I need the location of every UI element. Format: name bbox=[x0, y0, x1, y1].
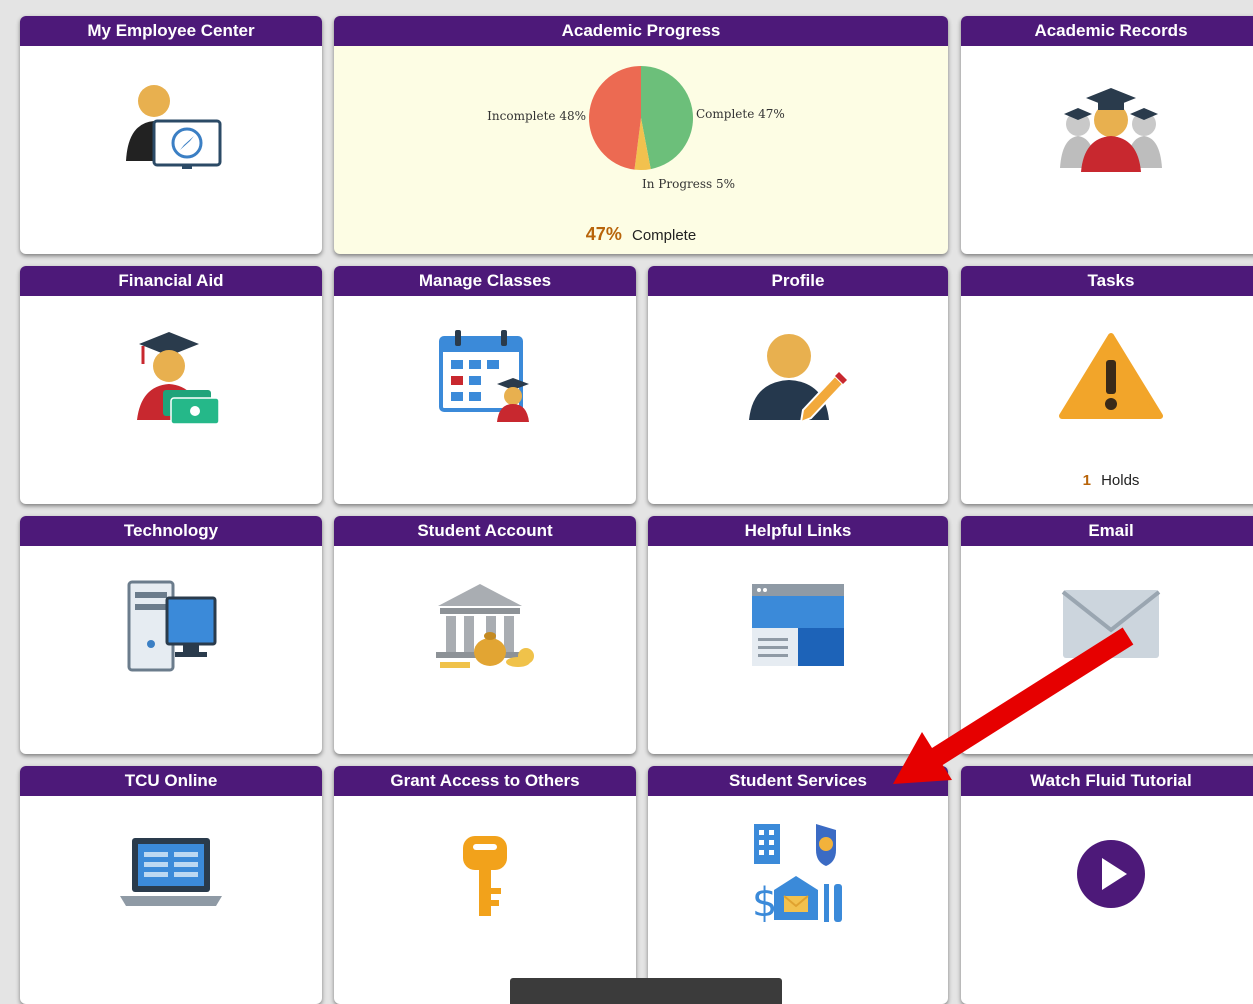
tile-academic-records[interactable]: Academic Records bbox=[961, 16, 1253, 254]
tile-title: Watch Fluid Tutorial bbox=[961, 766, 1253, 796]
graduates-icon bbox=[1060, 88, 1162, 172]
tile-title: Profile bbox=[648, 266, 948, 296]
tile-technology[interactable]: Technology bbox=[20, 516, 322, 754]
graduate-money-icon bbox=[137, 332, 220, 425]
tile-title: Technology bbox=[20, 516, 322, 546]
bank-money-icon bbox=[436, 584, 534, 668]
tile-title: Tasks bbox=[961, 266, 1253, 296]
tile-student-services[interactable]: Student Services $ bbox=[648, 766, 948, 1004]
pie-slice-label: Complete 47% bbox=[696, 107, 785, 121]
tile-title: Academic Progress bbox=[334, 16, 948, 46]
pie-slice-label: Incomplete 48% bbox=[487, 109, 586, 123]
tile-tcu-online[interactable]: TCU Online bbox=[20, 766, 322, 1004]
tile-student-account[interactable]: Student Account bbox=[334, 516, 636, 754]
tile-title: Grant Access to Others bbox=[334, 766, 636, 796]
envelope-icon bbox=[1061, 590, 1161, 658]
progress-percent-label: Complete bbox=[632, 227, 697, 244]
play-icon bbox=[1077, 840, 1145, 908]
tile-helpful-links[interactable]: Helpful Links bbox=[648, 516, 948, 754]
progress-summary: 47% Complete bbox=[334, 224, 948, 245]
bottom-toolbar[interactable] bbox=[510, 978, 782, 1004]
tile-tasks[interactable]: Tasks 1 Holds bbox=[961, 266, 1253, 504]
tile-academic-progress[interactable]: Academic Progress Complete 47% In Progres… bbox=[334, 16, 948, 254]
pie-slice bbox=[588, 66, 641, 170]
pie-slice bbox=[641, 66, 693, 170]
employee-compass-icon bbox=[126, 85, 222, 169]
holds-summary[interactable]: 1 Holds bbox=[961, 472, 1253, 489]
tile-title: Financial Aid bbox=[20, 266, 322, 296]
tile-watch-tutorial[interactable]: Watch Fluid Tutorial bbox=[961, 766, 1253, 1004]
tile-grant-access[interactable]: Grant Access to Others bbox=[334, 766, 636, 1004]
pie-slice-label: In Progress 5% bbox=[642, 177, 735, 191]
holds-count: 1 bbox=[1082, 472, 1091, 489]
tile-financial-aid[interactable]: Financial Aid bbox=[20, 266, 322, 504]
progress-percent: 47% bbox=[585, 224, 622, 244]
browser-window-icon bbox=[752, 584, 844, 666]
tile-manage-classes[interactable]: Manage Classes bbox=[334, 266, 636, 504]
tile-my-employee-center[interactable]: My Employee Center bbox=[20, 16, 322, 254]
calendar-student-icon bbox=[439, 330, 529, 422]
tile-title: Academic Records bbox=[961, 16, 1253, 46]
tile-email[interactable]: Email bbox=[961, 516, 1253, 754]
tile-title: Helpful Links bbox=[648, 516, 948, 546]
svg-text:$: $ bbox=[752, 880, 777, 926]
tile-title: TCU Online bbox=[20, 766, 322, 796]
campus-services-icon: $ bbox=[752, 824, 842, 926]
tile-title: Manage Classes bbox=[334, 266, 636, 296]
tile-title: My Employee Center bbox=[20, 16, 322, 46]
key-icon bbox=[463, 836, 507, 916]
desktop-computer-icon bbox=[127, 580, 217, 672]
tile-title: Email bbox=[961, 516, 1253, 546]
tile-profile[interactable]: Profile bbox=[648, 266, 948, 504]
warning-icon bbox=[1059, 333, 1163, 419]
progress-pie-chart: Complete 47% In Progress 5% Incomplete 48% bbox=[487, 66, 785, 191]
laptop-icon bbox=[120, 838, 222, 906]
tile-title: Student Services bbox=[648, 766, 948, 796]
user-pencil-icon bbox=[749, 334, 847, 424]
holds-label: Holds bbox=[1101, 472, 1140, 489]
tile-title: Student Account bbox=[334, 516, 636, 546]
